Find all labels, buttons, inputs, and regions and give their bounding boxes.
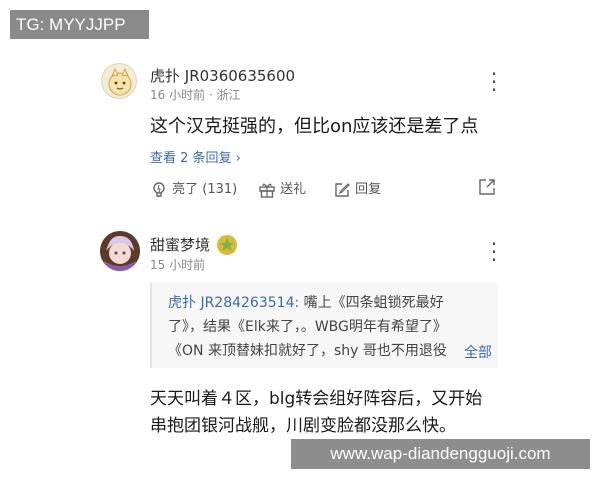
- quoted-author[interactable]: 虎扑 JR284263514:: [168, 295, 299, 311]
- comment-body-line: 串抱团银河战舰，川剧变脸都没那么快。: [150, 416, 456, 436]
- comment-body-line: 天天叫着４区，blg转会组好阵容后，又开始: [150, 389, 483, 409]
- lightbulb-icon: [153, 181, 165, 197]
- gift-icon: [259, 183, 275, 198]
- username[interactable]: 甜蜜梦境: [150, 234, 210, 255]
- badge-icon: [217, 235, 237, 255]
- watermark-bottom-right: www.wap-diandengguoji.com: [291, 439, 590, 469]
- like-count: 亮了 (131): [172, 182, 238, 197]
- comment-meta: 16 小时前 · 浙江: [150, 88, 241, 102]
- like-button[interactable]: 亮了 (131): [150, 178, 237, 199]
- share-button[interactable]: [478, 178, 496, 196]
- avatar[interactable]: [100, 231, 140, 271]
- comment-body: 天天叫着４区，blg转会组好阵容后，又开始 串抱团银河战舰，川剧变脸都没那么快。: [150, 386, 500, 440]
- reply-label: 回复: [355, 182, 382, 197]
- quote-text-line: 《ON 来顶替妹扣就好了，shy 哥也不用退役: [168, 343, 447, 359]
- gift-label: 送礼: [280, 182, 307, 197]
- quoted-reply[interactable]: 虎扑 JR284263514: 嘴上《四条蛆锁死最好 了》，结果《Elk来了，。…: [150, 283, 498, 368]
- share-icon: [479, 179, 495, 195]
- quote-text-line: 了》，结果《Elk来了，。WBG明年有希望了》: [168, 319, 447, 335]
- reply-button[interactable]: 回复: [333, 178, 381, 199]
- more-options-icon[interactable]: · · ·: [490, 64, 498, 100]
- username[interactable]: 虎扑 JR0360635600: [150, 65, 295, 86]
- comment-meta: 15 小时前: [150, 258, 206, 272]
- avatar[interactable]: [101, 63, 137, 99]
- gift-button[interactable]: 送礼: [258, 178, 306, 199]
- anime-avatar-icon: [100, 231, 140, 271]
- view-replies-link[interactable]: 查看 2 条回复 ›: [150, 147, 241, 166]
- watermark-top-left: TG: MYYJJPP: [10, 10, 149, 39]
- comment-body: 这个汉克挺强的，但比on应该还是差了点: [150, 116, 479, 137]
- edit-icon: [335, 182, 350, 197]
- more-options-icon[interactable]: · · ·: [490, 234, 498, 270]
- expand-quote-link[interactable]: 全部: [454, 342, 492, 362]
- cartoon-avatar-icon: [108, 67, 132, 96]
- quote-text-line: 嘴上《四条蛆锁死最好: [299, 295, 444, 311]
